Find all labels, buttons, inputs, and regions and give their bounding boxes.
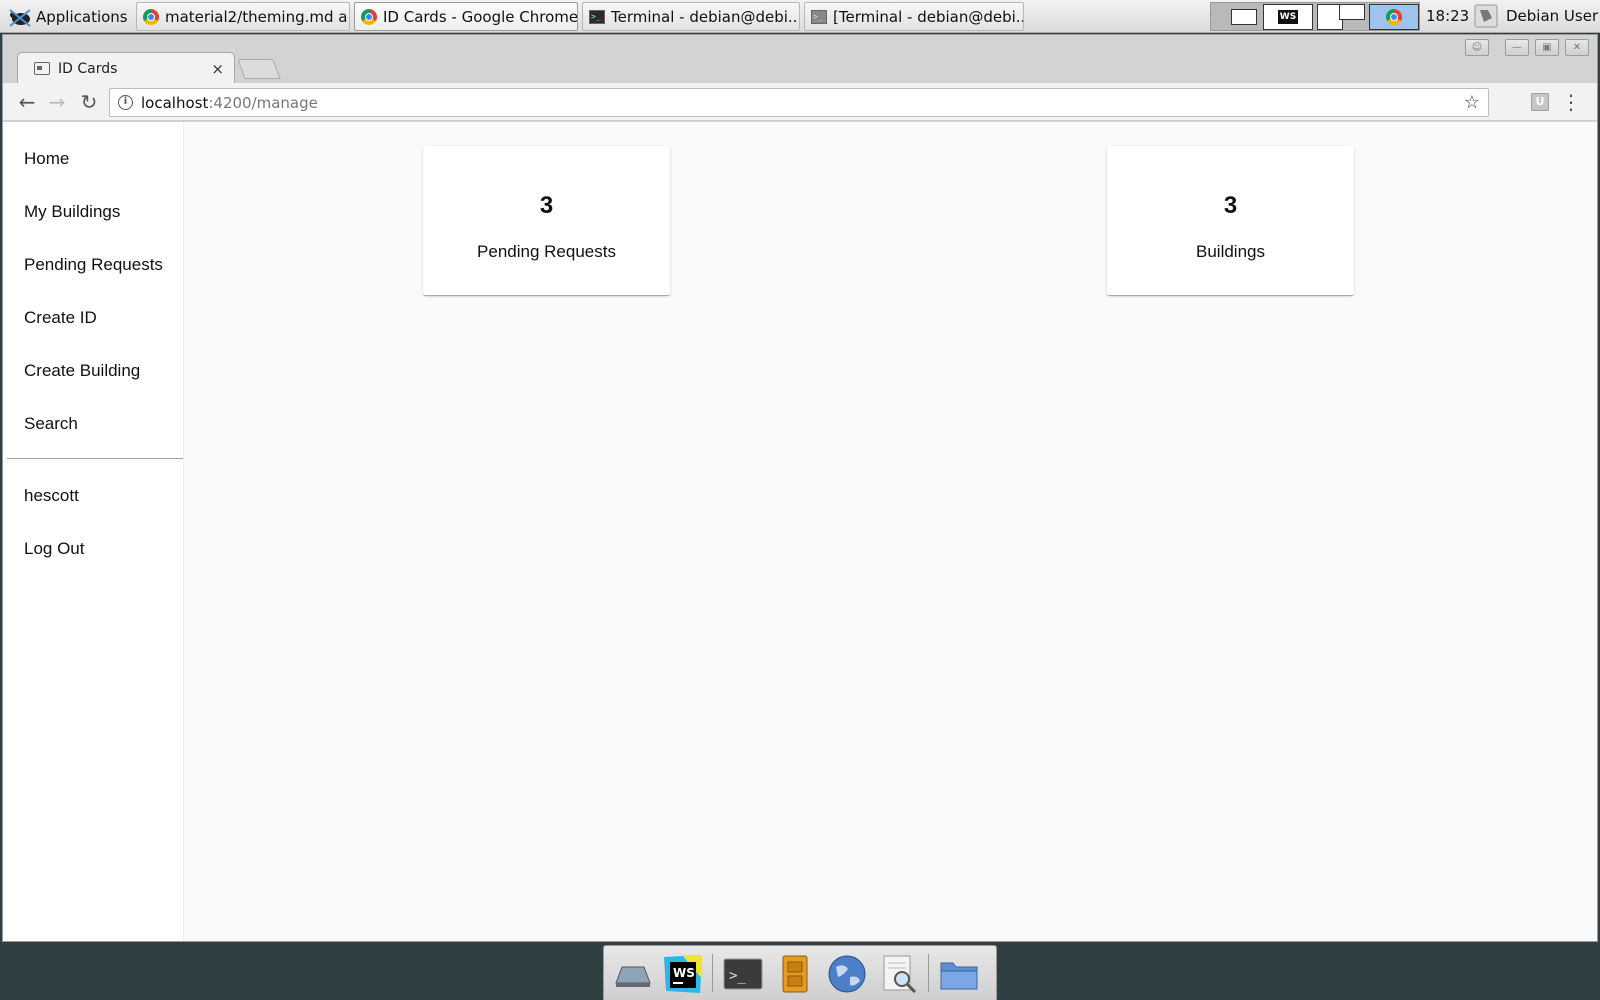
page-viewport: Home My Buildings Pending Requests Creat… <box>3 122 1597 941</box>
id-card-favicon-icon <box>34 62 50 75</box>
back-arrow-icon[interactable]: ← <box>13 88 41 116</box>
dock-separator <box>712 954 713 992</box>
profile-icon[interactable]: ☺ <box>1465 39 1489 56</box>
nav-divider <box>7 458 183 459</box>
webstorm-mini-icon: WS <box>1278 10 1298 24</box>
card-count: 3 <box>1223 192 1238 219</box>
address-bar[interactable]: i localhost:4200/manage ☆ <box>109 88 1489 117</box>
nav-item-pending-requests[interactable]: Pending Requests <box>3 238 183 291</box>
file-cabinet-icon[interactable] <box>774 953 816 995</box>
network-tray-icon[interactable] <box>1474 4 1498 28</box>
chrome-icon <box>143 8 159 25</box>
task-label: ID Cards - Google Chrome <box>383 7 578 26</box>
card-pending-requests[interactable]: 3 Pending Requests <box>423 146 670 295</box>
top-taskbar: Applications material2/theming.md a... I… <box>0 0 1600 33</box>
nav-item-create-building[interactable]: Create Building <box>3 344 183 397</box>
side-navigation: Home My Buildings Pending Requests Creat… <box>3 122 183 941</box>
url-host: localhost <box>141 93 209 112</box>
nav-item-search[interactable]: Search <box>3 397 183 450</box>
workspace-4[interactable] <box>1369 4 1419 30</box>
desktop-icon[interactable] <box>612 953 654 995</box>
applications-menu[interactable]: Applications <box>4 3 132 30</box>
window-controls: ☺ — ▣ ✕ <box>1465 39 1589 56</box>
minimize-icon[interactable]: — <box>1505 39 1529 56</box>
new-tab-button[interactable] <box>237 59 281 79</box>
task-label: [Terminal - debian@debi... <box>833 7 1024 26</box>
nav-item-my-buildings[interactable]: My Buildings <box>3 185 183 238</box>
reload-icon[interactable]: ↻ <box>75 88 103 116</box>
webstorm-icon[interactable]: WS <box>662 953 704 995</box>
nav-item-home[interactable]: Home <box>3 132 183 185</box>
chrome-icon <box>361 8 377 25</box>
workspace-2[interactable]: WS <box>1263 4 1313 30</box>
kebab-menu-icon[interactable]: ⋮ <box>1561 89 1581 115</box>
tab-title: ID Cards <box>58 60 118 77</box>
workspace-switcher[interactable]: WS <box>1210 2 1420 31</box>
close-icon[interactable]: ✕ <box>1565 39 1589 56</box>
applications-label: Applications <box>36 7 128 26</box>
task-label: Terminal - debian@debi... <box>611 7 800 26</box>
card-buildings[interactable]: 3 Buildings <box>1107 146 1354 295</box>
dock-separator <box>928 954 929 992</box>
extension-icon[interactable]: U <box>1531 93 1549 111</box>
bottom-dock: WS >_ <box>603 945 997 1000</box>
task-button-terminal[interactable]: >_ Terminal - debian@debi... <box>582 2 800 31</box>
user-menu[interactable]: Debian User <box>1506 0 1598 33</box>
nav-item-log-out[interactable]: Log Out <box>3 522 183 575</box>
bookmark-star-icon[interactable]: ☆ <box>1464 92 1480 113</box>
browser-toolbar: ← → ↻ i localhost:4200/manage ☆ U ⋮ <box>3 83 1597 121</box>
svg-text:>_: >_ <box>729 968 746 984</box>
task-button-terminal-2[interactable]: >_ [Terminal - debian@debi... <box>804 2 1024 31</box>
card-label: Pending Requests <box>477 242 616 261</box>
folder-icon[interactable] <box>938 953 980 995</box>
card-count: 3 <box>539 192 554 219</box>
browser-tab-id-cards[interactable]: ID Cards × <box>17 52 235 84</box>
svg-text:WS: WS <box>673 966 695 980</box>
task-button-id-cards[interactable]: ID Cards - Google Chrome <box>354 2 578 31</box>
terminal-icon: >_ <box>811 9 827 24</box>
search-magnifier-icon[interactable] <box>878 953 920 995</box>
maximize-icon[interactable]: ▣ <box>1535 39 1559 56</box>
forward-arrow-icon[interactable]: → <box>43 88 71 116</box>
nav-item-create-id[interactable]: Create ID <box>3 291 183 344</box>
card-label: Buildings <box>1196 242 1265 261</box>
chrome-icon <box>1386 9 1402 25</box>
workspace-1[interactable] <box>1231 9 1257 25</box>
nav-item-username[interactable]: hescott <box>3 469 183 522</box>
workspace-3-window <box>1339 4 1365 20</box>
browser-window: ☺ — ▣ ✕ ID Cards × ← → ↻ i localhost:420… <box>2 34 1598 942</box>
xfce-mouse-icon <box>9 8 31 27</box>
info-icon[interactable]: i <box>118 95 133 110</box>
clock[interactable]: 18:23 <box>1426 0 1469 33</box>
terminal-icon[interactable]: >_ <box>722 953 764 995</box>
task-button-theming[interactable]: material2/theming.md a... <box>136 2 350 31</box>
web-browser-globe-icon[interactable] <box>826 953 868 995</box>
tab-close-icon[interactable]: × <box>211 60 224 78</box>
terminal-icon: >_ <box>589 9 605 24</box>
url-path: :4200/manage <box>208 93 318 112</box>
task-label: material2/theming.md a... <box>165 7 350 26</box>
